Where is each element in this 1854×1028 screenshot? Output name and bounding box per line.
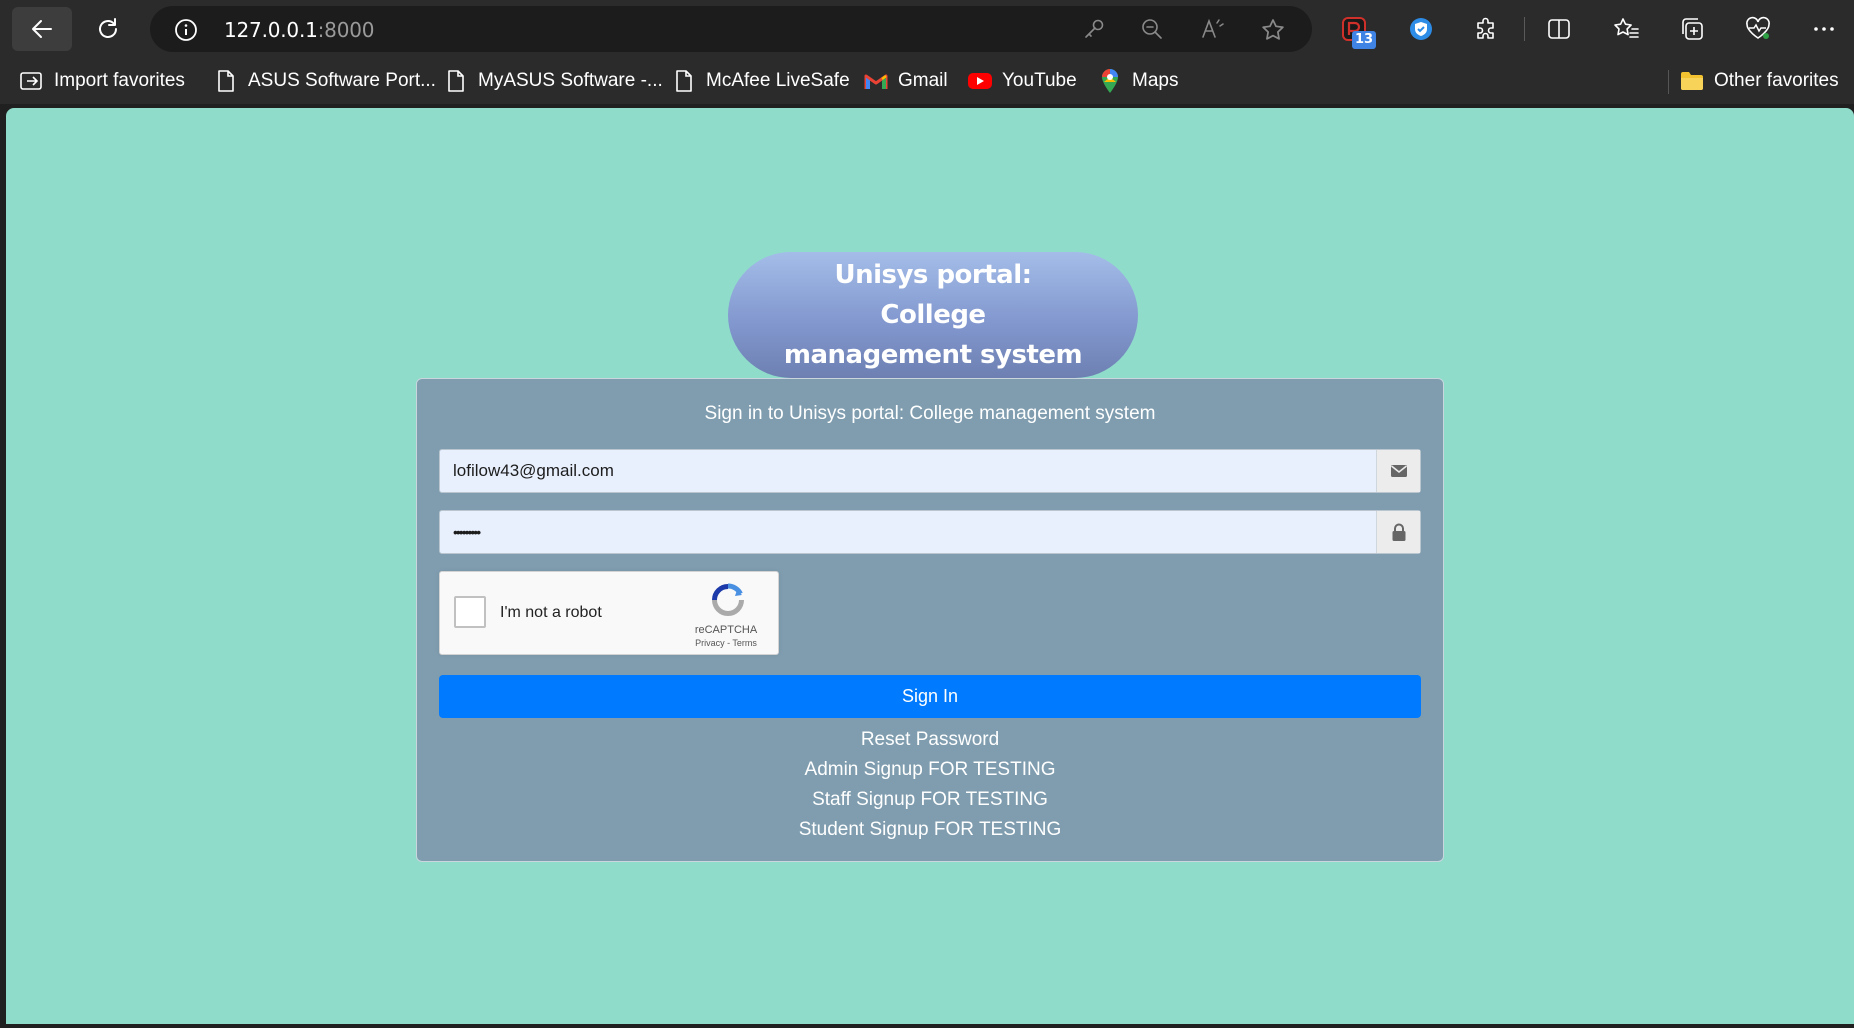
bookmark-myasus-software[interactable]: MyASUS Software -... [442,67,663,95]
url-port: :8000 [317,18,375,42]
bookmark-youtube[interactable]: YouTube [966,67,1077,95]
bookmark-mcafee-livesafe[interactable]: McAfee LiveSafe [670,67,850,95]
shield-extension-icon[interactable] [1403,11,1439,47]
admin-signup-link[interactable]: Admin Signup FOR TESTING [417,755,1443,785]
bookmark-other-favorites[interactable]: Other favorites [1678,67,1839,95]
bookmark-label: McAfee LiveSafe [706,70,850,91]
auth-links: Reset Password Admin Signup FOR TESTING … [417,725,1443,845]
email-field [439,449,1421,493]
back-button[interactable] [12,7,72,51]
sign-in-button[interactable]: Sign In [439,675,1421,718]
bookmark-label: MyASUS Software -... [478,70,663,91]
more-icon [1814,27,1834,31]
read-aloud-icon[interactable] [1200,17,1226,41]
browser-toolbar: 127.0.0.1:8000 13 [0,0,1854,58]
student-signup-link[interactable]: Student Signup FOR TESTING [417,815,1443,845]
login-card: Sign in to Unisys portal: College manage… [416,378,1444,862]
reset-password-link[interactable]: Reset Password [417,725,1443,755]
recaptcha-brand: reCAPTCHA [694,624,758,636]
page-icon [670,67,698,95]
collections-button[interactable] [1674,11,1710,47]
recaptcha-checkbox[interactable] [454,596,486,628]
bookmark-label: YouTube [1002,70,1077,91]
health-button[interactable] [1740,11,1776,47]
more-button[interactable] [1806,11,1842,47]
url-host: 127.0.0.1 [224,18,318,42]
bookmark-maps[interactable]: Maps [1096,67,1178,95]
page-icon [212,67,240,95]
bookmark-label: Maps [1132,70,1179,91]
bookmark-label: ASUS Software Port... [248,70,436,91]
url-text[interactable]: 127.0.0.1:8000 [224,18,374,42]
page-title: Unisys portal: College management system [783,260,1083,370]
extension-badge: 13 [1352,31,1376,49]
bookmark-label: Other favorites [1714,70,1839,91]
gmail-icon [862,67,890,95]
info-icon[interactable] [174,18,198,42]
maps-icon [1096,67,1124,95]
back-arrow-icon [32,20,52,38]
login-heading: Sign in to Unisys portal: College manage… [704,403,1156,424]
health-icon [1746,16,1770,39]
bookmark-label: Import favorites [54,70,185,91]
password-field [439,510,1421,554]
extensions-button[interactable] [1469,11,1505,47]
puzzle-icon [1477,17,1494,39]
reload-icon [99,18,117,38]
folder-icon [1678,67,1706,95]
favorites-icon [1614,18,1639,38]
bookmark-gmail[interactable]: Gmail [862,67,948,95]
page-viewport: Unisys portal: College management system… [6,108,1854,1024]
password-input[interactable] [440,511,1372,553]
recaptcha-logo-icon [712,583,744,616]
recaptcha-privacy-terms[interactable]: Privacy - Terms [676,638,776,648]
bookmark-asus-software-portal[interactable]: ASUS Software Port... [212,67,436,95]
favorites-button[interactable] [1608,11,1644,47]
lock-icon [1376,511,1420,553]
bookmark-label: Gmail [898,70,948,91]
toolbar-divider [1524,17,1525,41]
staff-signup-link[interactable]: Staff Signup FOR TESTING [417,785,1443,815]
import-icon [18,67,46,95]
key-icon[interactable] [1082,17,1106,41]
portal-title-banner: Unisys portal: College management system [728,252,1138,378]
star-icon[interactable] [1260,17,1286,43]
youtube-icon [966,67,994,95]
page-icon [442,67,470,95]
split-screen-button[interactable] [1541,11,1577,47]
collections-icon [1682,18,1703,40]
zoom-out-icon[interactable] [1140,17,1164,41]
recaptcha-label: I'm not a robot [500,604,602,621]
split-screen-icon [1548,19,1570,39]
reload-button[interactable] [78,7,138,51]
address-bar[interactable]: 127.0.0.1:8000 [150,6,1312,52]
recaptcha-widget: I'm not a robot reCAPTCHA Privacy - Term… [439,571,779,655]
envelope-icon [1376,450,1420,492]
bookmarks-divider [1668,70,1669,94]
shield-icon [1410,18,1432,40]
bookmarks-bar: Import favorites ASUS Software Port... M… [0,58,1854,104]
bookmark-import-favorites[interactable]: Import favorites [18,67,185,95]
email-input[interactable] [440,450,1372,492]
